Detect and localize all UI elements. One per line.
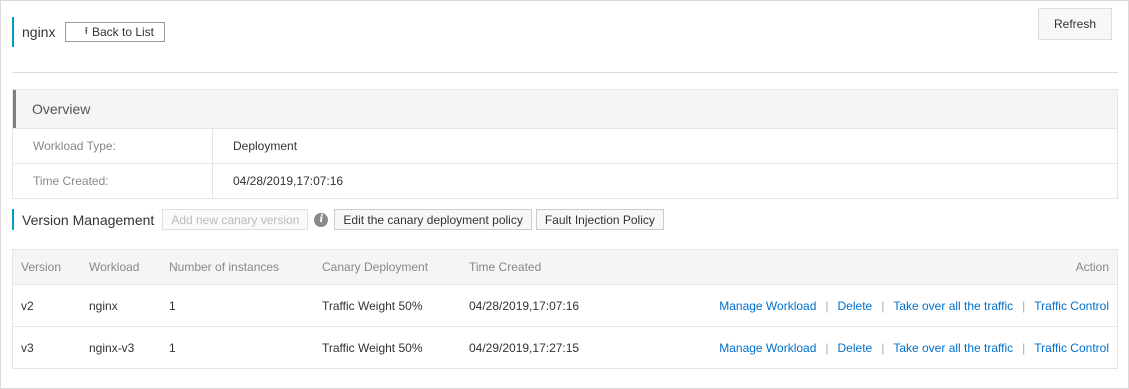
cell-workload: nginx-v3: [89, 340, 135, 355]
back-to-list-label: Back to List: [91, 25, 154, 39]
versions-table: Version Workload Number of instances Can…: [12, 249, 1118, 369]
column-header-canary: Canary Deployment: [322, 260, 429, 274]
cell-time-created: 04/29/2019,17:27:15: [469, 340, 580, 355]
column-header-version: Version: [21, 260, 62, 274]
back-arrow-icon: ⭱: [84, 25, 88, 37]
cell-workload: nginx: [89, 298, 118, 313]
cell-version: v3: [21, 340, 34, 355]
workload-type-value: Deployment: [233, 139, 298, 153]
info-icon[interactable]: i: [314, 212, 329, 227]
action-separator: |: [881, 340, 885, 355]
action-separator: |: [1022, 298, 1026, 313]
version-management-title: Version Management: [22, 211, 155, 228]
traffic-control-link[interactable]: Traffic Control: [1034, 341, 1109, 355]
cell-actions: Manage Workload | Delete | Take over all…: [719, 341, 1109, 355]
page-header: nginx ⭱ Back to List: [12, 17, 165, 47]
column-header-time-created: Time Created: [469, 260, 542, 274]
version-management-bar: Version Management Add new canary versio…: [12, 209, 664, 230]
header-divider: [12, 72, 1118, 73]
fault-injection-policy-button[interactable]: Fault Injection Policy: [535, 209, 664, 230]
refresh-button[interactable]: Refresh: [1038, 8, 1112, 40]
cell-actions: Manage Workload | Delete | Take over all…: [719, 299, 1109, 313]
action-separator: |: [881, 298, 885, 313]
workload-type-label: Workload Type:: [13, 129, 213, 163]
overview-title: Overview: [13, 90, 1117, 128]
action-separator: |: [825, 298, 829, 313]
delete-link[interactable]: Delete: [838, 299, 873, 313]
delete-link[interactable]: Delete: [838, 341, 873, 355]
edit-canary-policy-button[interactable]: Edit the canary deployment policy: [334, 209, 532, 230]
column-header-action: Action: [1075, 260, 1109, 274]
cell-instances: 1: [169, 340, 176, 355]
take-over-traffic-link[interactable]: Take over all the traffic: [893, 299, 1013, 313]
cell-canary: Traffic Weight 50%: [322, 340, 423, 355]
cell-instances: 1: [169, 298, 176, 313]
traffic-control-link[interactable]: Traffic Control: [1034, 299, 1109, 313]
manage-workload-link[interactable]: Manage Workload: [719, 341, 816, 355]
action-separator: |: [1022, 340, 1026, 355]
back-to-list-button[interactable]: ⭱ Back to List: [65, 22, 165, 42]
time-created-label: Time Created:: [13, 164, 213, 198]
take-over-traffic-link[interactable]: Take over all the traffic: [893, 341, 1013, 355]
manage-workload-link[interactable]: Manage Workload: [719, 299, 816, 313]
table-header-row: Version Workload Number of instances Can…: [13, 250, 1117, 284]
cell-canary: Traffic Weight 50%: [322, 298, 423, 313]
add-canary-version-button[interactable]: Add new canary version: [162, 209, 309, 230]
table-row: v3 nginx-v3 1 Traffic Weight 50% 04/29/2…: [13, 326, 1117, 368]
column-header-instances: Number of instances: [169, 260, 280, 274]
overview-panel: Overview Workload Type: Deployment Time …: [12, 89, 1118, 199]
cell-time-created: 04/28/2019,17:07:16: [469, 298, 580, 313]
overview-row-time-created: Time Created: 04/28/2019,17:07:16: [13, 163, 1117, 198]
page-title: nginx: [22, 24, 56, 40]
cell-version: v2: [21, 298, 34, 313]
page-frame: nginx ⭱ Back to List Refresh Overview Wo…: [0, 0, 1129, 389]
action-separator: |: [825, 340, 829, 355]
time-created-value: 04/28/2019,17:07:16: [233, 174, 344, 188]
overview-row-workload-type: Workload Type: Deployment: [13, 128, 1117, 163]
table-row: v2 nginx 1 Traffic Weight 50% 04/28/2019…: [13, 284, 1117, 326]
column-header-workload: Workload: [89, 260, 140, 274]
